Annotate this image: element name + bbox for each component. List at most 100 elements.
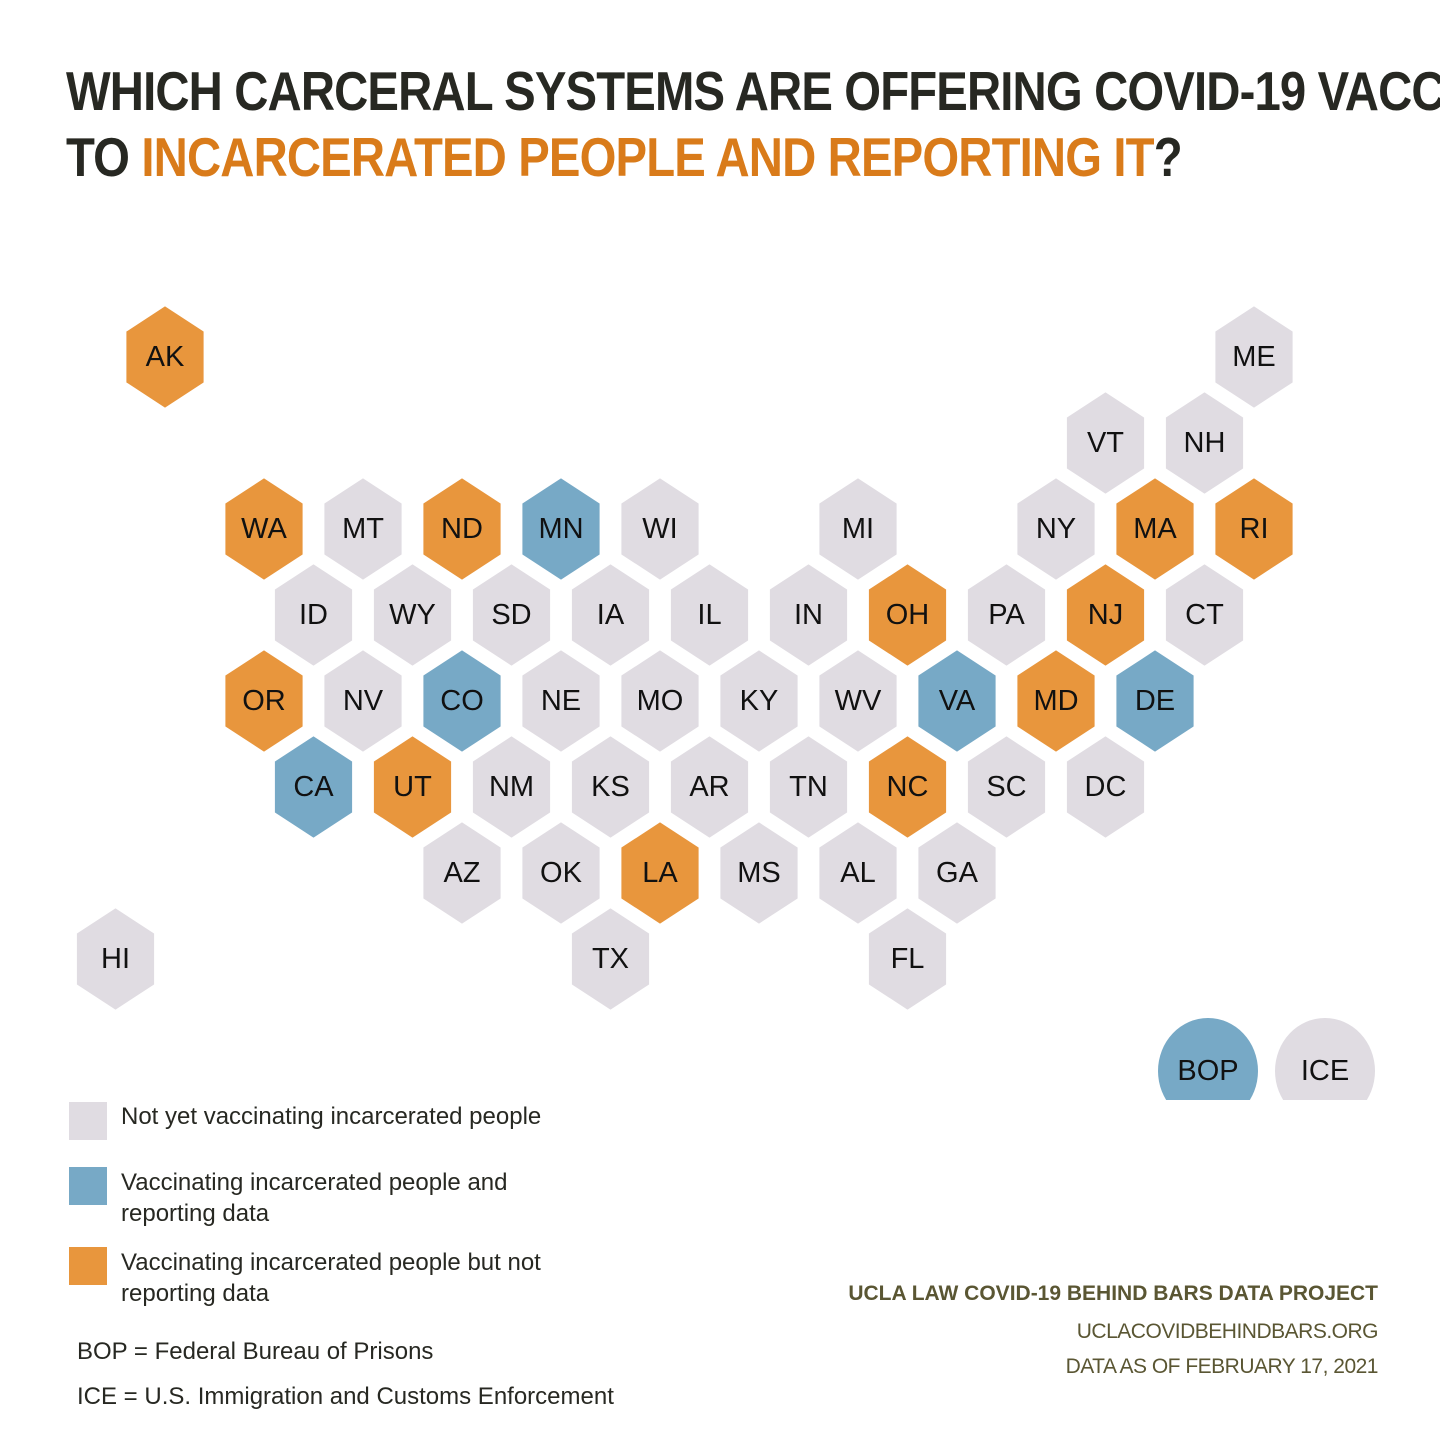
hex-label: MS xyxy=(737,857,781,889)
hex-tile-ok: OK xyxy=(518,817,604,929)
hex-tile-ia: IA xyxy=(567,559,654,671)
hex-label: MN xyxy=(538,513,583,545)
hex-tile-sc: SC xyxy=(963,731,1050,843)
hex-label: NH xyxy=(1184,427,1226,459)
hex-label: IL xyxy=(697,599,721,631)
hex-tile-nm: NM xyxy=(468,731,555,843)
hex-label: WY xyxy=(389,599,436,631)
hex-tile-ri: RI xyxy=(1211,473,1297,585)
hex-label: DE xyxy=(1135,685,1175,717)
hex-label: MD xyxy=(1033,685,1078,717)
legend-label-not-reporting: Vaccinating incarcerated people but not … xyxy=(121,1249,541,1307)
legend-swatch-not-reporting xyxy=(69,1247,107,1285)
hex-label: MA xyxy=(1133,513,1177,545)
hex-label: ID xyxy=(299,599,328,631)
hex-tile-co: CO xyxy=(419,645,505,757)
legend-label-reporting: Vaccinating incarcerated people and repo… xyxy=(121,1169,508,1227)
hex-tile-ar: AR xyxy=(666,731,753,843)
hex-tile-wv: WV xyxy=(815,645,901,757)
hex-label: IA xyxy=(597,599,625,631)
hex-label: NM xyxy=(489,771,534,803)
hex-label: KS xyxy=(591,771,630,803)
hex-tile-ks: KS xyxy=(567,731,654,843)
hex-label: MI xyxy=(842,513,874,545)
hex-label: GA xyxy=(936,857,979,889)
hex-label: NE xyxy=(541,685,581,717)
hex-label: WA xyxy=(241,513,287,545)
hex-tile-ky: KY xyxy=(716,645,802,757)
circle-label: ICE xyxy=(1301,1055,1349,1087)
hex-tile-va: VA xyxy=(914,645,1000,757)
hex-label: OH xyxy=(886,599,930,631)
hex-tile-la: LA xyxy=(617,817,703,929)
hex-label: LA xyxy=(642,857,678,889)
hex-label: FL xyxy=(891,943,925,975)
hex-label: SC xyxy=(986,771,1026,803)
legend-item-not-reporting: Vaccinating incarcerated people but not … xyxy=(69,1247,611,1309)
hex-label: CT xyxy=(1185,599,1224,631)
hex-tile-ct: CT xyxy=(1161,559,1248,671)
hex-label: DC xyxy=(1085,771,1127,803)
hex-tile-nd: ND xyxy=(419,473,505,585)
circle-label: BOP xyxy=(1177,1055,1238,1087)
hex-tile-oh: OH xyxy=(864,559,951,671)
hex-tile-nv: NV xyxy=(320,645,406,757)
hex-label: ND xyxy=(441,513,483,545)
hex-tile-mt: MT xyxy=(320,473,406,585)
abbreviation-bop: BOP = Federal Bureau of Prisons xyxy=(77,1338,434,1365)
hex-label: AZ xyxy=(443,857,480,889)
hex-label: VT xyxy=(1087,427,1124,459)
hex-tile-id: ID xyxy=(270,559,357,671)
federal-circle-bop: BOP xyxy=(1158,1018,1258,1100)
hex-tile-vt: VT xyxy=(1062,387,1149,499)
hex-tile-hi: HI xyxy=(72,903,159,1015)
hex-tile-ak: AK xyxy=(122,301,208,413)
hex-tile-ga: GA xyxy=(914,817,1000,929)
hex-label: CA xyxy=(293,771,334,803)
hex-tile-tx: TX xyxy=(567,903,654,1015)
hex-label: MT xyxy=(342,513,384,545)
hex-tile-wi: WI xyxy=(617,473,703,585)
hex-label: AR xyxy=(689,771,729,803)
hex-tile-nh: NH xyxy=(1161,387,1248,499)
hex-label: VA xyxy=(939,685,976,717)
hex-tile-ca: CA xyxy=(270,731,357,843)
hex-label: OR xyxy=(242,685,286,717)
hex-tile-il: IL xyxy=(666,559,753,671)
federal-circle-ice: ICE xyxy=(1275,1018,1375,1100)
hex-label: AK xyxy=(146,341,185,373)
abbreviation-ice: ICE = U.S. Immigration and Customs Enfor… xyxy=(77,1383,614,1410)
hex-tile-dc: DC xyxy=(1062,731,1149,843)
hex-label: NC xyxy=(887,771,929,803)
hex-label: WI xyxy=(642,513,677,545)
hex-tile-de: DE xyxy=(1112,645,1198,757)
hex-tile-ms: MS xyxy=(716,817,802,929)
hex-tile-ny: NY xyxy=(1013,473,1099,585)
hex-label: OK xyxy=(540,857,583,889)
legend-swatch-not-yet xyxy=(69,1102,107,1140)
legend-swatch-reporting xyxy=(69,1167,107,1205)
legend-item-not-yet: Not yet vaccinating incarcerated people xyxy=(69,1102,621,1140)
hex-tile-me: ME xyxy=(1211,301,1297,413)
hex-label: MO xyxy=(637,685,684,717)
legend-item-reporting: Vaccinating incarcerated people and repo… xyxy=(69,1167,581,1229)
hex-label: TX xyxy=(592,943,629,975)
credit-project: UCLA LAW COVID-19 BEHIND BARS DATA PROJE… xyxy=(848,1282,1378,1305)
hex-tile-wa: WA xyxy=(221,473,307,585)
hex-label: TN xyxy=(789,771,828,803)
hex-label: AL xyxy=(840,857,875,889)
hex-tile-tn: TN xyxy=(765,731,852,843)
hex-tile-mi: MI xyxy=(815,473,901,585)
hex-tile-ne: NE xyxy=(518,645,604,757)
hex-label: WV xyxy=(835,685,882,717)
hex-tile-nj: NJ xyxy=(1062,559,1149,671)
hex-label: NJ xyxy=(1088,599,1123,631)
hex-tile-mn: MN xyxy=(518,473,604,585)
legend-label-not-yet: Not yet vaccinating incarcerated people xyxy=(121,1103,542,1130)
hex-tile-sd: SD xyxy=(468,559,555,671)
hex-tile-md: MD xyxy=(1013,645,1099,757)
credit-website[interactable]: UCLACOVIDBEHINDBARS.ORG xyxy=(1077,1320,1379,1344)
hex-tile-ma: MA xyxy=(1112,473,1198,585)
credit-date: DATA AS OF FEBRUARY 17, 2021 xyxy=(1065,1355,1379,1378)
hex-label: ME xyxy=(1232,341,1276,373)
